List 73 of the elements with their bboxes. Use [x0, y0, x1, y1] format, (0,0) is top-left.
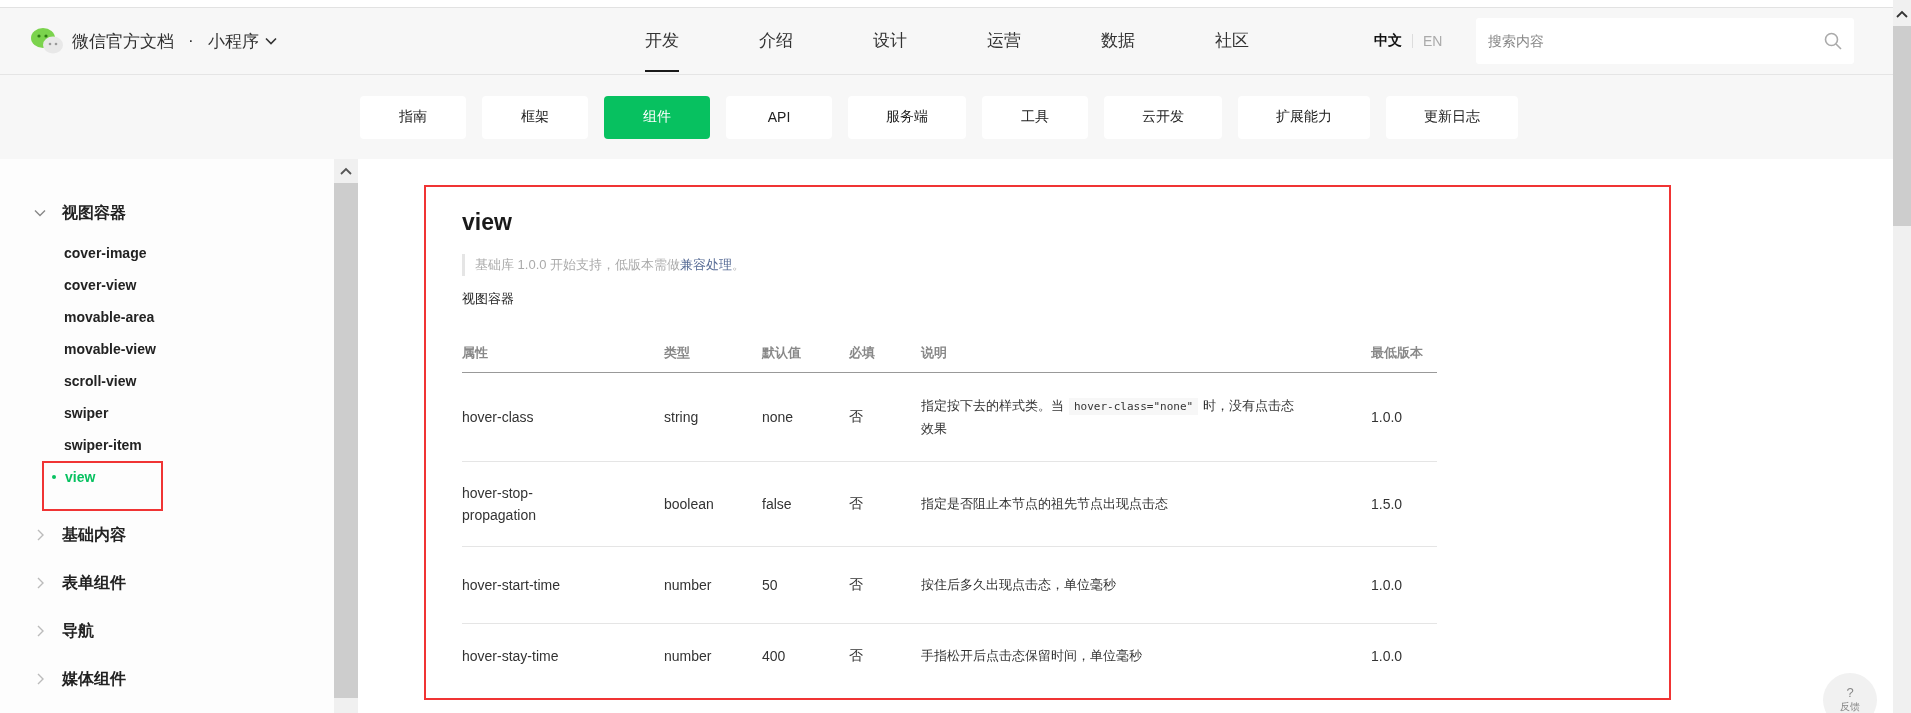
table-cell: hover-class	[462, 372, 664, 462]
table-cell: number	[664, 623, 762, 688]
table-cell: 指定是否阻止本节点的祖先节点出现点击态	[921, 461, 1371, 547]
column-header: 默认值	[762, 334, 849, 373]
table-cell: hover-start-time	[462, 546, 664, 624]
site-title[interactable]: 微信官方文档	[72, 29, 174, 53]
table-cell: hover-stop-propagation	[462, 461, 664, 547]
table-cell: boolean	[664, 461, 762, 547]
table-cell: 指定按下去的样式类。当 hover-class="none" 时，没有点击态效果	[921, 372, 1371, 462]
sidebar-item[interactable]: cover-image	[64, 243, 147, 263]
chevron-up-icon[interactable]	[1896, 10, 1908, 18]
chat-bubbles-icon	[30, 27, 64, 55]
sidebar-group[interactable]: 表单组件	[62, 572, 126, 594]
column-header: 类型	[664, 334, 762, 373]
column-header: 最低版本	[1371, 334, 1437, 373]
chevron-down-icon[interactable]	[34, 209, 46, 217]
sidebar-group[interactable]: 导航	[62, 620, 94, 642]
table-cell: 否	[849, 372, 921, 462]
chevron-up-icon[interactable]	[339, 166, 353, 176]
nav-tab[interactable]: 开发	[645, 8, 759, 74]
scrollbar[interactable]	[334, 159, 358, 713]
column-header: 说明	[921, 334, 1371, 373]
sidebar-group[interactable]: 基础内容	[62, 524, 126, 546]
nav-tab[interactable]: 社区	[1215, 8, 1329, 74]
sidebar-item[interactable]: scroll-view	[64, 371, 137, 391]
sidebar-item[interactable]: movable-area	[64, 307, 155, 327]
category-tab[interactable]: 服务端	[848, 95, 966, 139]
search-icon[interactable]	[1824, 32, 1843, 50]
category-tab[interactable]: 指南	[360, 95, 466, 139]
sidebar-item[interactable]: swiper	[64, 403, 109, 423]
product-dropdown[interactable]: 小程序	[207, 29, 277, 53]
category-tab[interactable]: 工具	[982, 95, 1088, 139]
separator-dot: ·	[188, 31, 194, 51]
table-cell: 否	[849, 546, 921, 624]
search-field[interactable]: 搜索内容	[1476, 18, 1855, 64]
table-cell: 1.0.0	[1371, 623, 1437, 688]
nav-tab[interactable]: 介绍	[759, 8, 873, 74]
scrollbar[interactable]	[1893, 0, 1911, 713]
page-title: view	[462, 209, 513, 236]
table-cell: hover-stay-time	[462, 623, 664, 688]
language-link[interactable]: 中文	[1374, 32, 1402, 50]
table-cell: 400	[762, 623, 849, 688]
column-header: 属性	[462, 334, 664, 373]
column-header: 必填	[849, 334, 921, 373]
nav-tab[interactable]: 运营	[987, 8, 1101, 74]
nav-tab[interactable]: 设计	[873, 8, 987, 74]
table-cell: 否	[849, 623, 921, 688]
sidebar-item[interactable]: swiper-item	[64, 435, 142, 455]
table-cell: none	[762, 372, 849, 462]
category-tab[interactable]: API	[726, 95, 832, 139]
category-tab[interactable]: 框架	[482, 95, 588, 139]
sidebar-item[interactable]: cover-view	[64, 275, 137, 295]
nav-tab[interactable]: 数据	[1101, 8, 1215, 74]
table-cell: 按住后多久出现点击态，单位毫秒	[921, 546, 1371, 624]
table-cell: 1.5.0	[1371, 461, 1437, 547]
chevron-down-icon	[264, 37, 277, 45]
table-cell: 1.0.0	[1371, 546, 1437, 624]
table-cell: 1.0.0	[1371, 372, 1437, 462]
table-cell: 50	[762, 546, 849, 624]
category-tab[interactable]: 扩展能力	[1238, 95, 1370, 139]
table-cell: string	[664, 372, 762, 462]
table-cell: 手指松开后点击态保留时间，单位毫秒	[921, 623, 1371, 688]
compat-link[interactable]: 兼容处理	[680, 257, 733, 272]
category-tab[interactable]: 更新日志	[1386, 95, 1518, 139]
table-cell: number	[664, 546, 762, 624]
sidebar-group[interactable]: 媒体组件	[62, 668, 126, 690]
version-note: 基础库 1.0.0 开始支持，低版本需做兼容处理。	[462, 254, 1633, 276]
category-tab[interactable]: 云开发	[1104, 95, 1222, 139]
table-cell: 否	[849, 461, 921, 547]
description: 视图容器	[462, 290, 515, 308]
sidebar-item[interactable]: movable-view	[64, 339, 156, 359]
table-cell: false	[762, 461, 849, 547]
sidebar-group[interactable]: 视图容器	[62, 202, 126, 224]
